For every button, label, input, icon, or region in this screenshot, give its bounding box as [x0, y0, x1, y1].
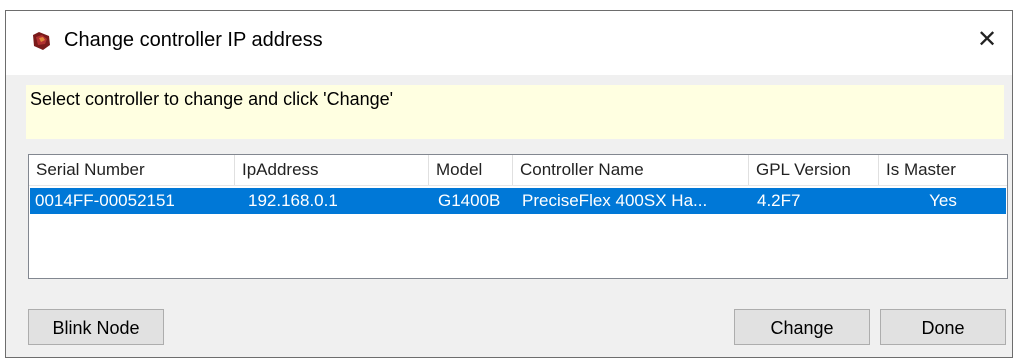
cell-is-master: Yes	[929, 191, 957, 210]
cell-controller-name: PreciseFlex 400SX Ha...	[522, 191, 708, 210]
column-header-is-master[interactable]: Is Master	[879, 155, 1007, 185]
change-ip-dialog: Change controller IP address ✕ Select co…	[5, 10, 1013, 358]
change-button[interactable]: Change	[734, 309, 870, 345]
cell-ip-address: 192.168.0.1	[248, 191, 338, 210]
instruction-panel: Select controller to change and click 'C…	[26, 85, 1004, 139]
instruction-text: Select controller to change and click 'C…	[30, 89, 394, 109]
cell-gpl-version: 4.2F7	[757, 191, 801, 210]
column-header-model[interactable]: Model	[429, 155, 513, 185]
done-button[interactable]: Done	[880, 309, 1006, 345]
window-title: Change controller IP address	[64, 29, 323, 51]
table-row[interactable]: 0014FF-00052151 192.168.0.1 G1400B Preci…	[30, 188, 1006, 214]
column-header-ip-address[interactable]: IpAddress	[235, 155, 429, 185]
cell-serial-number: 0014FF-00052151	[35, 191, 175, 210]
controller-list[interactable]: Serial Number IpAddress Model Controller…	[28, 154, 1008, 279]
close-icon[interactable]: ✕	[972, 25, 1002, 55]
column-header-serial-number[interactable]: Serial Number	[29, 155, 235, 185]
cell-model: G1400B	[438, 191, 501, 210]
column-header-controller-name[interactable]: Controller Name	[513, 155, 749, 185]
blink-node-button[interactable]: Blink Node	[28, 309, 164, 345]
list-header: Serial Number IpAddress Model Controller…	[29, 155, 1007, 186]
title-bar: Change controller IP address ✕	[6, 11, 1012, 75]
column-header-gpl-version[interactable]: GPL Version	[749, 155, 879, 185]
app-icon	[33, 32, 50, 50]
